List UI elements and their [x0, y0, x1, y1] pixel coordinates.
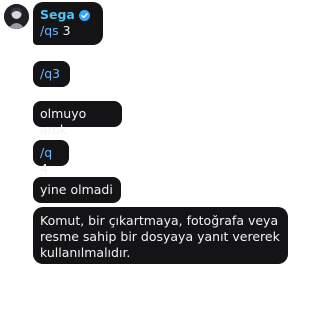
message-text: /qs 3 — [40, 23, 96, 39]
message-text-rest: 4 — [40, 161, 48, 176]
avatar-icon — [4, 4, 29, 29]
message-bubble-5: yine olmadi — [33, 177, 121, 203]
command-link[interactable]: /qs — [40, 23, 59, 38]
message-bubble-4: /q 4 — [33, 140, 69, 176]
message-text: olmuyo amk — [40, 106, 87, 137]
message-bubble-6: Komut, bir çıkartmaya, fotoğrafa veya re… — [33, 207, 288, 264]
command-link[interactable]: /q — [40, 145, 52, 160]
avatar[interactable] — [4, 4, 29, 29]
message-bubble-2: /q3 — [33, 61, 70, 87]
message-text-rest: 3 — [58, 23, 71, 38]
command-link[interactable]: /q3 — [40, 66, 60, 81]
sender-header: Sega — [40, 7, 96, 23]
bot-reply-text: Komut, bir çıkartmaya, fotoğrafa veya re… — [40, 213, 280, 260]
message-bubble-3: olmuyo amk — [33, 101, 122, 137]
message-text: yine olmadi — [40, 182, 113, 197]
verified-badge-icon — [78, 9, 90, 21]
sender-name[interactable]: Sega — [40, 7, 75, 23]
message-bubble-1: Sega /qs 3 — [33, 2, 103, 45]
